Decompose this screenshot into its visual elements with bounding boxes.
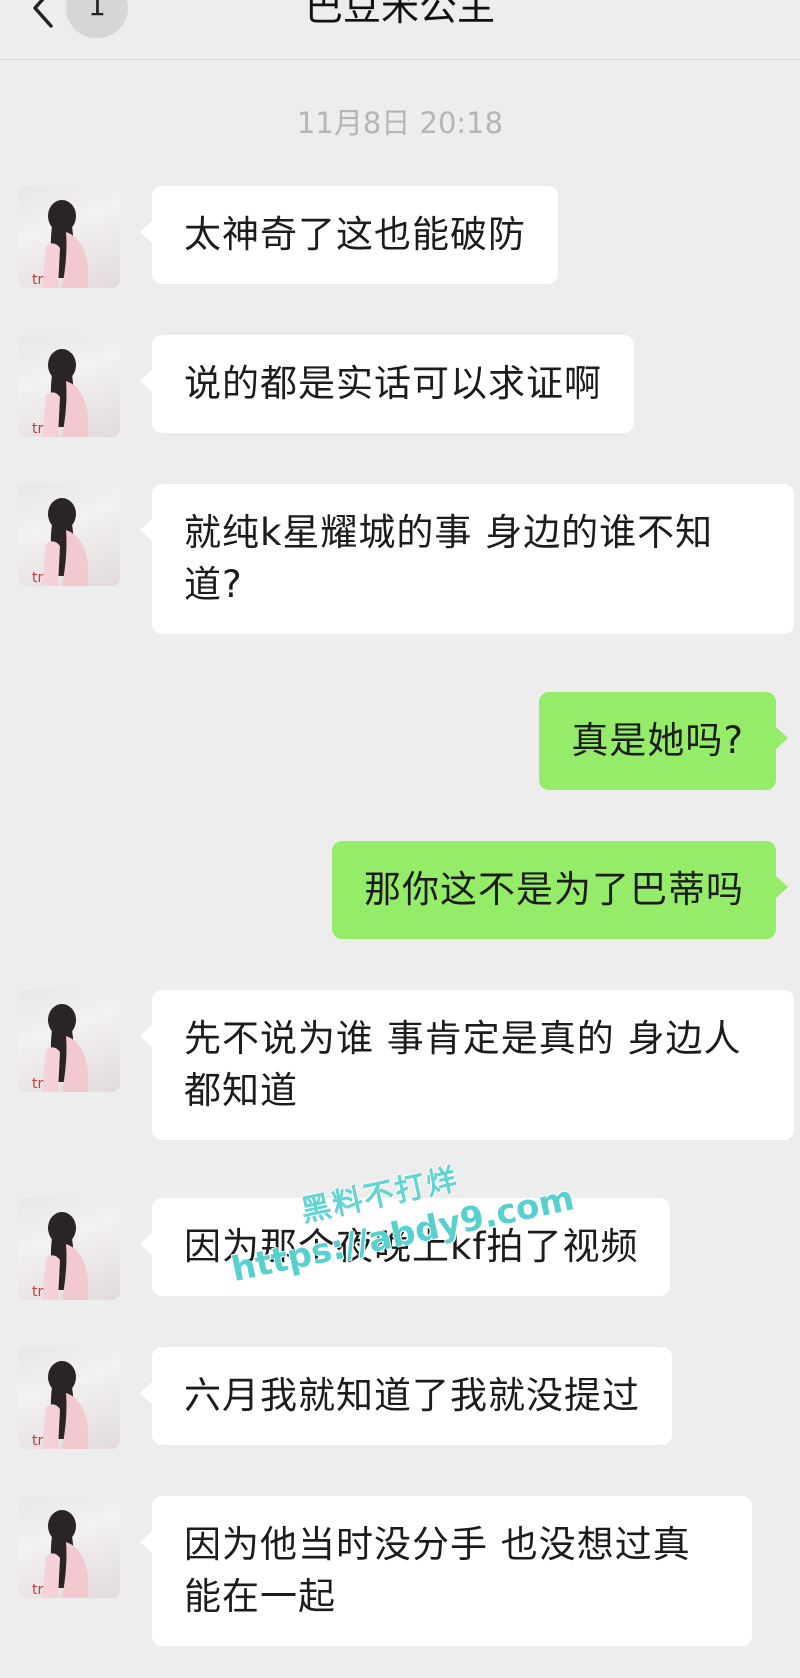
- svg-text:tr: tr: [32, 1433, 43, 1449]
- svg-text:tr: tr: [32, 1582, 43, 1598]
- contact-avatar[interactable]: tr: [18, 1198, 120, 1300]
- message-bubble-incoming[interactable]: 太神奇了这也能破防: [140, 186, 558, 284]
- chat-header: 1 巴豆米公主: [0, 0, 800, 60]
- contact-avatar[interactable]: tr: [18, 186, 120, 288]
- message-bubble-outgoing[interactable]: 真是她吗?: [539, 692, 788, 790]
- svg-text:tr: tr: [32, 1284, 43, 1300]
- contact-avatar[interactable]: tr: [18, 990, 120, 1092]
- contact-avatar[interactable]: tr: [18, 484, 120, 586]
- message-bubble-incoming[interactable]: 六月我就知道了我就没提过: [140, 1347, 672, 1445]
- message-timestamp: 11月8日 20:18: [296, 106, 504, 140]
- message-bubble-incoming[interactable]: 先不说为谁 事肯定是真的 身边人都知道: [140, 990, 794, 1140]
- contact-avatar[interactable]: tr: [18, 335, 120, 437]
- message-bubble-outgoing[interactable]: 那你这不是为了巴蒂吗: [332, 841, 788, 939]
- message-bubble-incoming[interactable]: 就纯k星耀城的事 身边的谁不知道?: [140, 484, 794, 634]
- message-bubble-incoming[interactable]: 说的都是实话可以求证啊: [140, 335, 634, 433]
- contact-avatar[interactable]: tr: [18, 1347, 120, 1449]
- message-bubble-incoming[interactable]: 因为那个夜晚上kf拍了视频: [139, 1198, 671, 1296]
- message-bubble-incoming[interactable]: 因为他当时没分手 也没想过真能在一起: [140, 1496, 752, 1646]
- svg-text:tr: tr: [32, 1076, 43, 1092]
- svg-text:tr: tr: [32, 272, 43, 288]
- svg-text:tr: tr: [32, 421, 43, 437]
- chat-title: 巴豆米公主: [304, 0, 495, 29]
- contact-avatar[interactable]: tr: [18, 1496, 120, 1598]
- svg-text:tr: tr: [32, 570, 43, 586]
